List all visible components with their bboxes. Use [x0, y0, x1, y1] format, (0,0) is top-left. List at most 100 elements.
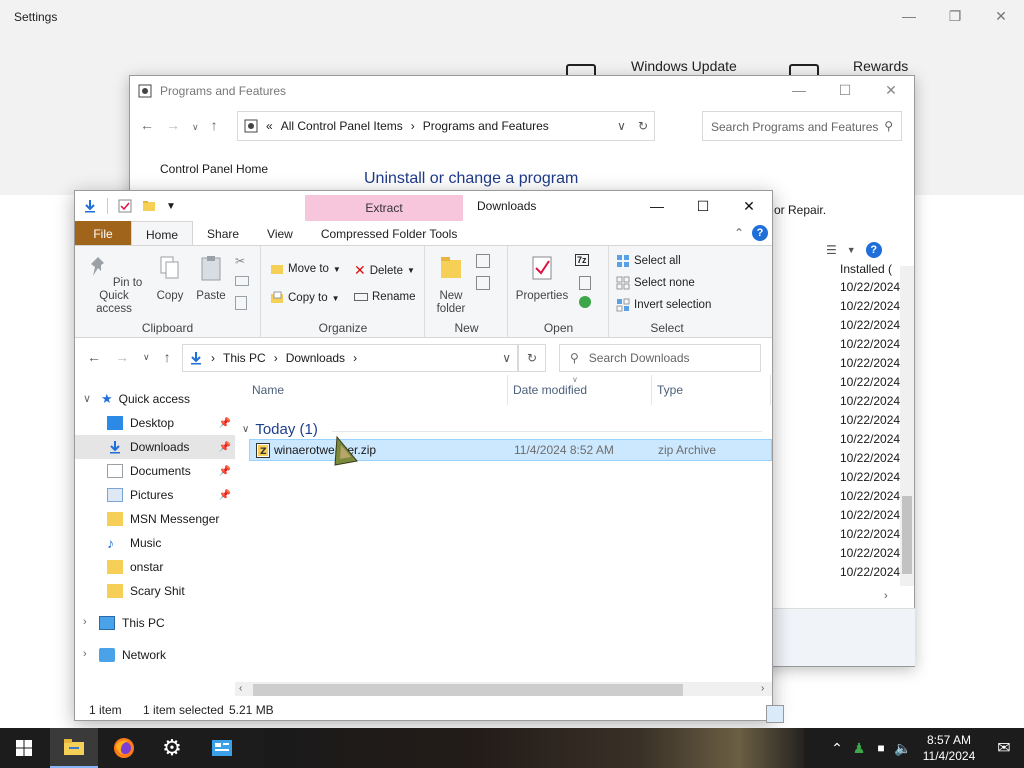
back-icon[interactable]: ←: [87, 349, 101, 365]
taskbar-settings[interactable]: ⚙: [148, 728, 196, 768]
overflow-icon[interactable]: «: [266, 119, 273, 133]
column-type[interactable]: Type: [657, 383, 683, 397]
breadcrumb-this-pc[interactable]: This PC: [223, 351, 266, 365]
breadcrumb-current[interactable]: Programs and Features: [423, 119, 549, 133]
maximize-icon[interactable]: ☐: [680, 191, 726, 221]
forward-icon[interactable]: →: [166, 117, 192, 133]
scrollbar-thumb[interactable]: [253, 684, 683, 696]
nav-music[interactable]: ♪ Music: [75, 531, 235, 555]
pin-icon[interactable]: 📌: [219, 490, 231, 501]
scroll-right-icon[interactable]: ›: [761, 683, 764, 694]
customize-toolbar-icon[interactable]: ▼: [166, 201, 176, 212]
chevron-right-icon[interactable]: ›: [211, 351, 215, 365]
taskbar-file-explorer[interactable]: [50, 728, 98, 768]
back-icon[interactable]: ←: [140, 117, 166, 133]
7zip-icon[interactable]: 7z: [575, 254, 589, 266]
nav-documents[interactable]: Documents 📌: [75, 459, 235, 483]
tab-compressed-folder-tools[interactable]: Compressed Folder Tools: [307, 221, 472, 245]
breadcrumb-root[interactable]: All Control Panel Items: [281, 119, 403, 133]
new-item-icon[interactable]: [476, 254, 490, 268]
chevron-right-icon[interactable]: ›: [274, 351, 278, 365]
pin-to-quick-access-button[interactable]: Pin to Quick access: [81, 254, 147, 316]
nav-downloads[interactable]: Downloads 📌: [75, 435, 235, 459]
control-panel-home-link[interactable]: Control Panel Home: [160, 162, 268, 176]
address-bar[interactable]: › This PC › Downloads › ∨: [182, 344, 518, 372]
breadcrumb-downloads[interactable]: Downloads: [286, 351, 345, 365]
group-header-today[interactable]: ∨ Today (1): [242, 421, 318, 438]
nav-network[interactable]: Network: [75, 643, 235, 667]
delete-button[interactable]: ✕ Delete ▼: [354, 262, 415, 279]
chevron-right-icon[interactable]: ›: [353, 351, 357, 365]
column-name[interactable]: Name: [252, 383, 284, 397]
up-icon[interactable]: ↑: [211, 117, 230, 133]
close-icon[interactable]: ✕: [868, 76, 914, 104]
paste-button[interactable]: Paste: [193, 254, 229, 303]
close-icon[interactable]: ✕: [726, 191, 772, 221]
nav-onstar[interactable]: onstar: [75, 555, 235, 579]
copy-to-button[interactable]: Copy to ▼: [270, 291, 340, 305]
easy-access-icon[interactable]: [476, 276, 490, 290]
column-separator[interactable]: [651, 375, 652, 405]
windows-update-tile[interactable]: Windows Update: [631, 58, 737, 74]
help-icon[interactable]: ?: [752, 225, 768, 241]
chevron-up-icon[interactable]: ⌃: [826, 740, 848, 757]
clock[interactable]: 8:57 AM 11/4/2024: [914, 732, 984, 764]
taskbar-firefox[interactable]: [100, 728, 148, 768]
forward-icon[interactable]: →: [115, 349, 129, 365]
nav-this-pc[interactable]: This PC: [75, 611, 235, 635]
history-icon[interactable]: [579, 296, 591, 308]
move-to-button[interactable]: Move to ▼: [270, 262, 341, 276]
search-input[interactable]: ⚲ Search Downloads: [559, 344, 761, 372]
minimize-icon[interactable]: —: [634, 191, 680, 221]
pin-icon[interactable]: 📌: [219, 418, 231, 429]
volume-icon[interactable]: 🔈: [892, 740, 914, 757]
refresh-icon[interactable]: ↻: [638, 119, 648, 133]
minimize-icon[interactable]: —: [886, 0, 932, 32]
nav-scary-shit[interactable]: Scary Shit: [75, 579, 235, 603]
refresh-button[interactable]: ↻: [518, 344, 546, 372]
scroll-right-icon[interactable]: ›: [884, 590, 888, 602]
properties-check-icon[interactable]: [118, 199, 132, 213]
scrollbar-thumb[interactable]: [902, 496, 912, 574]
cut-icon[interactable]: ✂: [235, 254, 245, 268]
nav-quick-access[interactable]: ★ Quick access: [75, 387, 235, 411]
restore-icon[interactable]: ❐: [932, 0, 978, 32]
search-input[interactable]: Search Programs and Features ⚲: [702, 111, 902, 141]
new-folder-button[interactable]: New folder: [432, 254, 470, 316]
nav-desktop[interactable]: Desktop 📌: [75, 411, 235, 435]
paste-shortcut-icon[interactable]: [235, 296, 247, 310]
view-list-icon[interactable]: ☰: [826, 243, 837, 257]
recent-locations-icon[interactable]: ∨: [143, 349, 150, 365]
chevron-down-icon[interactable]: ∨: [502, 351, 511, 365]
select-all-button[interactable]: Select all: [616, 254, 681, 268]
maximize-icon[interactable]: ☐: [822, 76, 868, 104]
start-button[interactable]: [0, 728, 48, 768]
chevron-down-icon[interactable]: ∨: [617, 119, 626, 133]
close-icon[interactable]: ✕: [978, 0, 1024, 32]
properties-button[interactable]: Properties: [513, 254, 571, 303]
copy-button[interactable]: Copy: [153, 254, 187, 303]
select-none-button[interactable]: Select none: [616, 276, 695, 290]
edit-icon[interactable]: [579, 276, 591, 290]
copy-path-icon[interactable]: [235, 276, 249, 286]
scroll-left-icon[interactable]: ‹: [239, 683, 242, 694]
network-tray-icon[interactable]: ■: [870, 741, 892, 755]
address-bar[interactable]: « All Control Panel Items › Programs and…: [237, 111, 655, 141]
pin-icon[interactable]: 📌: [219, 442, 231, 453]
nav-pictures[interactable]: Pictures 📌: [75, 483, 235, 507]
column-separator[interactable]: [507, 375, 508, 405]
tab-view[interactable]: View: [253, 221, 307, 245]
pin-icon[interactable]: 📌: [219, 466, 231, 477]
user-status-icon[interactable]: ♟: [848, 740, 870, 757]
taskbar-control-panel[interactable]: [198, 728, 246, 768]
file-row[interactable]: Z winaerotweaker.zip 11/4/2024 8:52 AM z…: [249, 439, 772, 461]
rename-button[interactable]: Rename: [354, 291, 415, 303]
invert-selection-button[interactable]: Invert selection: [616, 298, 711, 312]
new-folder-icon[interactable]: [142, 199, 156, 213]
notifications-icon[interactable]: ✉: [984, 738, 1024, 758]
tab-share[interactable]: Share: [193, 221, 253, 245]
minimize-icon[interactable]: —: [776, 76, 822, 104]
large-icons-view-icon[interactable]: [766, 705, 784, 723]
tab-file[interactable]: File: [75, 221, 131, 245]
column-separator[interactable]: [770, 375, 771, 405]
